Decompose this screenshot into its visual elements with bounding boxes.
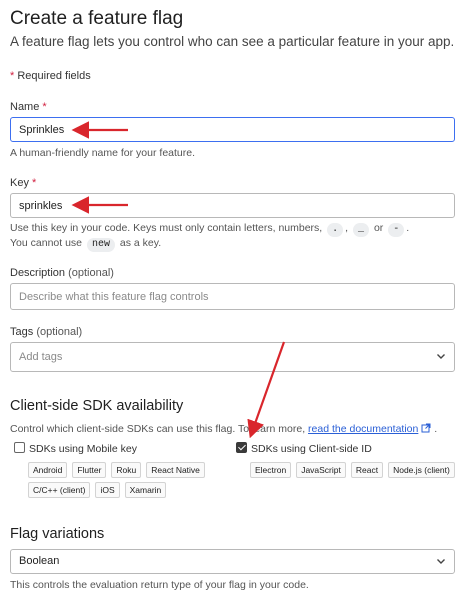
sdk-tag: React Native [146, 462, 205, 478]
client-sdk-tags: Electron JavaScript React Node.js (clien… [250, 462, 455, 478]
key-input[interactable] [10, 193, 455, 218]
tags-label: Tags (optional) [10, 326, 83, 338]
key-hint-line2: You cannot use new as a key. [10, 237, 162, 252]
sdk-tag: Xamarin [124, 482, 167, 498]
sdk-tag: React [350, 462, 384, 478]
name-input[interactable] [10, 117, 455, 142]
key-label: Key * [10, 177, 37, 189]
documentation-link[interactable]: read the documentation [308, 423, 418, 435]
name-hint: A human-friendly name for your feature. [10, 147, 196, 159]
required-fields-note: * Required fields [10, 70, 91, 82]
allowed-char-dash: - [388, 223, 405, 237]
external-link-icon [421, 423, 431, 433]
sdk-tag: Electron [250, 462, 292, 478]
chevron-down-icon [437, 558, 445, 564]
sdk-tag: iOS [95, 482, 120, 498]
tags-select[interactable]: Add tags [10, 342, 455, 372]
chevron-down-icon [437, 354, 445, 359]
sdk-section-title: Client-side SDK availability [10, 398, 184, 414]
page-subtitle: A feature flag lets you control who can … [10, 34, 455, 49]
reserved-keyword: new [86, 238, 115, 252]
mobile-sdk-tags: Android Flutter Roku React Native C/C++ … [28, 462, 218, 498]
sdk-description: Control which client-side SDKs can use t… [10, 423, 438, 435]
checkbox-checked-icon [236, 442, 247, 453]
tags-placeholder: Add tags [19, 351, 63, 363]
key-hint-line1: Use this key in your code. Keys must onl… [10, 222, 410, 237]
variation-type-select[interactable]: Boolean [10, 549, 455, 574]
sdk-tag: C/C++ (client) [28, 482, 91, 498]
mobile-sdk-checkbox[interactable]: SDKs using Mobile key [14, 442, 137, 455]
client-sdk-checkbox[interactable]: SDKs using Client-side ID [236, 442, 372, 455]
sdk-tag: Roku [111, 462, 142, 478]
checkbox-unchecked-icon [14, 442, 25, 453]
name-label: Name * [10, 101, 47, 113]
description-input[interactable] [10, 283, 455, 310]
page-title: Create a feature flag [10, 8, 184, 29]
sdk-tag: Android [28, 462, 68, 478]
variations-hint: This controls the evaluation return type… [10, 579, 309, 591]
allowed-char-dot: . [327, 223, 344, 237]
variation-type-value: Boolean [19, 555, 60, 567]
sdk-tag: Node.js (client) [388, 462, 455, 478]
sdk-tag: Flutter [72, 462, 107, 478]
variations-title: Flag variations [10, 526, 105, 542]
description-label: Description (optional) [10, 267, 114, 279]
allowed-char-underscore: _ [353, 223, 370, 237]
sdk-tag: JavaScript [296, 462, 346, 478]
